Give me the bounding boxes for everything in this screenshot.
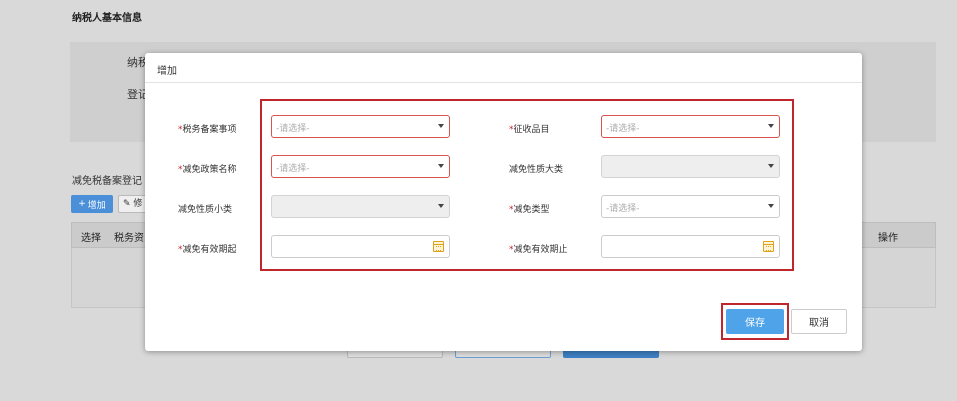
column-header: 税务资 xyxy=(114,233,144,244)
exemption-nature-major-select[interactable] xyxy=(601,155,780,178)
exemption-policy-name-label: *减免政策名称 xyxy=(178,162,237,175)
label-text: 征收品目 xyxy=(513,125,550,135)
add-button-label: 增加 xyxy=(87,200,106,211)
add-button[interactable]: + 增加 xyxy=(71,195,113,213)
tax-filing-item-label: *税务备案事项 xyxy=(178,122,237,135)
caret-down-icon xyxy=(768,124,774,128)
levy-item-label: *征收品目 xyxy=(509,122,550,135)
section-title: 纳税人基本信息 xyxy=(72,13,142,24)
caret-down-icon xyxy=(768,164,774,168)
exemption-policy-name-select[interactable]: -请选择- xyxy=(271,155,450,178)
edit-button-label: 修 xyxy=(133,199,143,209)
calendar-icon[interactable] xyxy=(763,241,774,252)
label-text: 减免有效期起 xyxy=(182,245,237,255)
caret-down-icon xyxy=(438,124,444,128)
label-text: 减免政策名称 xyxy=(182,165,237,175)
exemption-type-select[interactable]: -请选择- xyxy=(601,195,780,218)
column-header: 操作 xyxy=(878,233,898,244)
add-dialog: 增加 *税务备案事项 -请选择- *征收品目 -请选择- *减免政策名称 -请选… xyxy=(145,53,862,351)
valid-to-date-input[interactable] xyxy=(601,235,780,258)
exemption-nature-minor-select[interactable] xyxy=(271,195,450,218)
select-placeholder: -请选择- xyxy=(606,124,640,134)
exemption-nature-major-label: 减免性质大类 xyxy=(509,165,564,175)
tax-filing-item-select[interactable]: -请选择- xyxy=(271,115,450,138)
select-placeholder: -请选择- xyxy=(606,204,640,214)
select-placeholder: -请选择- xyxy=(276,164,310,174)
dialog-title: 增加 xyxy=(157,66,177,77)
calendar-icon[interactable] xyxy=(433,241,444,252)
pencil-icon: ✎ xyxy=(123,199,131,209)
levy-item-select[interactable]: -请选择- xyxy=(601,115,780,138)
list-title: 减免税备案登记 xyxy=(72,176,142,187)
column-header: 选择 xyxy=(81,233,101,244)
label-text: 税务备案事项 xyxy=(182,125,237,135)
exemption-type-label: *减免类型 xyxy=(509,202,550,215)
plus-icon: + xyxy=(78,199,86,209)
label-text: 减免类型 xyxy=(513,205,550,215)
cancel-button[interactable]: 取消 xyxy=(791,309,847,334)
valid-from-date-input[interactable] xyxy=(271,235,450,258)
exemption-nature-minor-label: 减免性质小类 xyxy=(178,205,233,215)
select-placeholder: -请选择- xyxy=(276,124,310,134)
save-button[interactable]: 保存 xyxy=(726,309,784,334)
edit-button[interactable]: ✎ 修 xyxy=(118,195,148,213)
valid-to-label: *减免有效期止 xyxy=(509,242,568,255)
caret-down-icon xyxy=(438,204,444,208)
label-text: 减免有效期止 xyxy=(513,245,568,255)
dialog-header: 增加 xyxy=(145,53,862,83)
caret-down-icon xyxy=(438,164,444,168)
caret-down-icon xyxy=(768,204,774,208)
valid-from-label: *减免有效期起 xyxy=(178,242,237,255)
